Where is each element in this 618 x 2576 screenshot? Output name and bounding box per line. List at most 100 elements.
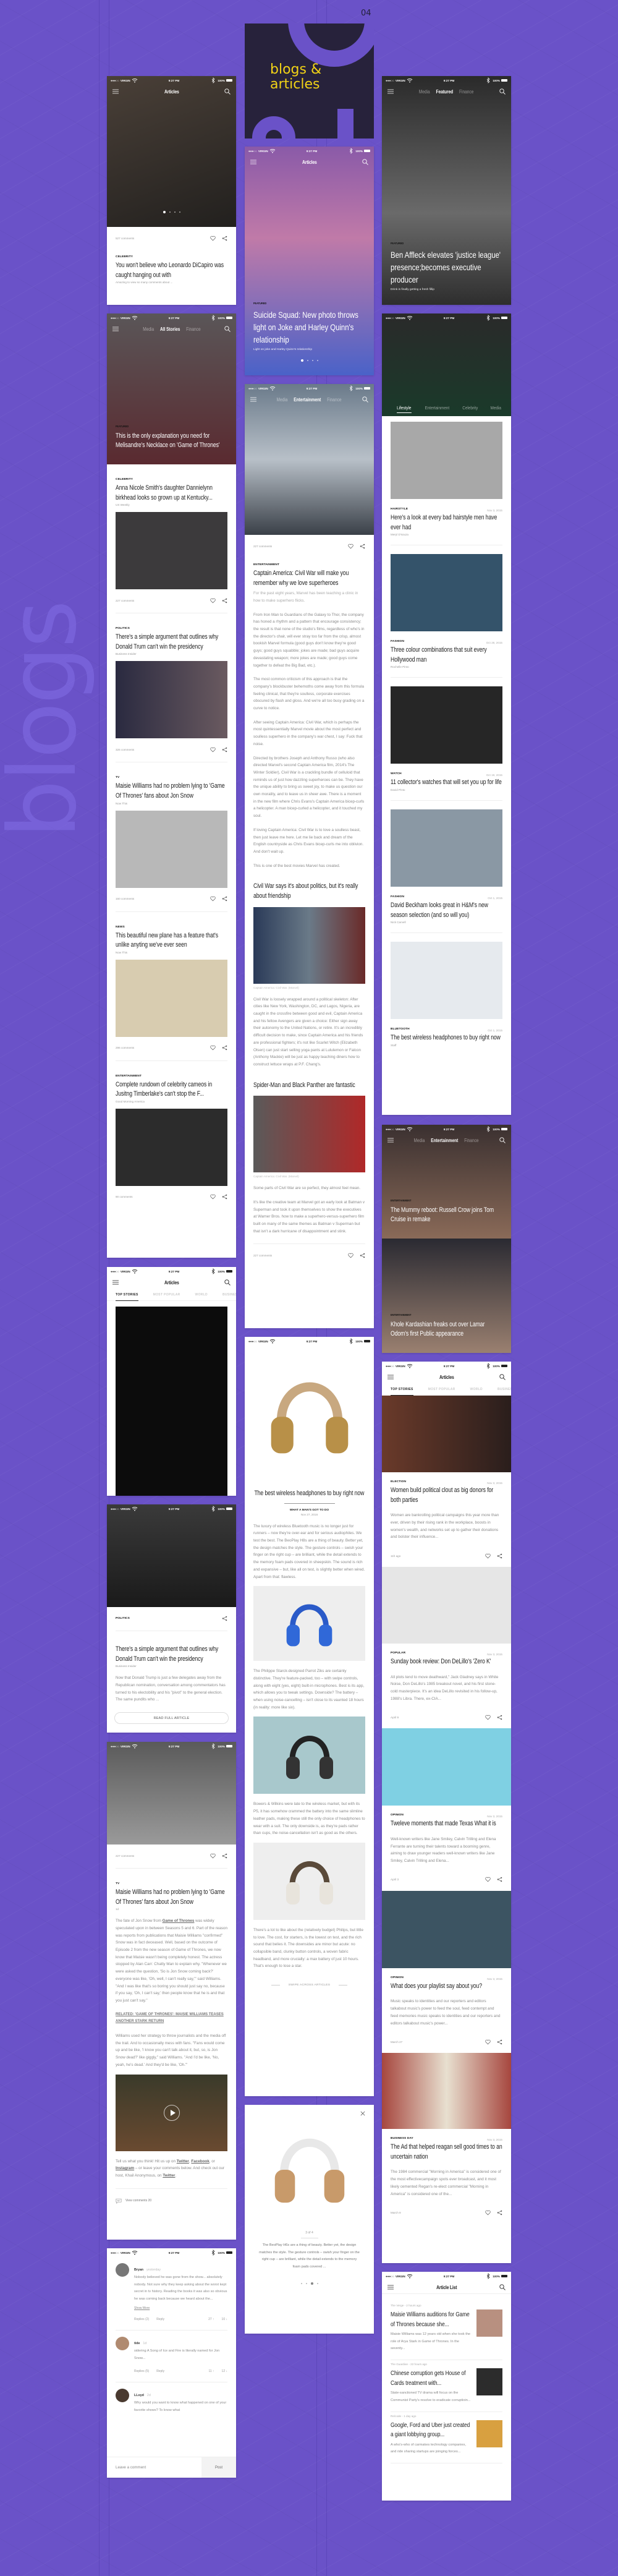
article-image[interactable] bbox=[253, 906, 365, 984]
hero-image[interactable]: FEATURED Suicide Squad: New photo throws … bbox=[245, 147, 374, 375]
article-list-item[interactable]: The Verge - 2 hours ago Maisie Williams a… bbox=[382, 2304, 511, 2361]
share-icon[interactable] bbox=[497, 2210, 502, 2216]
reply-link[interactable]: Reply bbox=[156, 2369, 164, 2373]
article-list-item[interactable]: The Guardian - 22 hours ago Chinese corru… bbox=[382, 2363, 511, 2412]
comment-input[interactable] bbox=[107, 2457, 201, 2478]
article-title[interactable]: David Beckham looks great in H&M's new s… bbox=[391, 901, 502, 920]
heart-icon[interactable] bbox=[210, 236, 216, 241]
article-title[interactable]: There's a simple argument that outlines … bbox=[116, 1645, 227, 1664]
article-image[interactable] bbox=[391, 942, 502, 1020]
show-more-link[interactable]: Show More bbox=[134, 2306, 227, 2310]
tab-entertainment[interactable]: Entertainment bbox=[294, 397, 321, 403]
article-image[interactable] bbox=[116, 1108, 227, 1186]
tab-lifestyle[interactable]: Lifestyle bbox=[397, 405, 412, 413]
menu-icon[interactable] bbox=[387, 2284, 394, 2290]
page-dot[interactable] bbox=[163, 211, 166, 213]
avatar[interactable] bbox=[116, 2336, 129, 2350]
downvote-button[interactable]: 12 ↓ bbox=[222, 2369, 227, 2373]
comment-input-field[interactable]: Leave a comment bbox=[107, 2457, 201, 2478]
inline-link[interactable]: Facebook bbox=[191, 2159, 209, 2164]
hero-headline[interactable]: The Mummy reboot: Russell Crow joins Tom… bbox=[391, 1206, 502, 1225]
tab-media[interactable]: Media bbox=[414, 1138, 425, 1143]
heart-icon[interactable] bbox=[485, 2039, 491, 2045]
tab-finance[interactable]: Finance bbox=[465, 1138, 479, 1143]
avatar[interactable] bbox=[116, 2263, 129, 2277]
page-dot[interactable] bbox=[310, 2282, 313, 2285]
share-icon[interactable] bbox=[497, 1715, 502, 1720]
post-comment-button[interactable]: Post bbox=[201, 2457, 236, 2478]
tab-most-popular[interactable]: MOST POPULAR bbox=[153, 1293, 180, 1297]
article-title[interactable]: Three colour combinations that suit ever… bbox=[391, 646, 502, 665]
share-icon[interactable] bbox=[222, 1045, 227, 1051]
tab-media[interactable]: Media bbox=[419, 89, 430, 95]
inline-link[interactable]: Game of Thrones bbox=[163, 1919, 195, 1923]
article-title[interactable]: The Ad that helped reagan sell good time… bbox=[391, 2143, 502, 2162]
page-dot[interactable] bbox=[300, 359, 303, 362]
search-icon[interactable] bbox=[224, 88, 231, 95]
tab-celebrity[interactable]: Celebrity bbox=[462, 405, 478, 413]
tab-entertainment[interactable]: Entertainment bbox=[431, 1138, 459, 1143]
share-icon[interactable] bbox=[222, 1194, 227, 1200]
article-title[interactable]: Women build political clout as big donor… bbox=[391, 1486, 502, 1505]
article-title[interactable]: The best wireless headphones to buy righ… bbox=[391, 1033, 502, 1043]
article-title[interactable]: The best wireless headphones to buy righ… bbox=[253, 1489, 365, 1499]
share-icon[interactable] bbox=[222, 1853, 227, 1859]
product-image[interactable] bbox=[253, 1842, 365, 1920]
hero-image[interactable]: FEATURED This is the only explanation you… bbox=[107, 313, 236, 464]
article-title[interactable]: Chinese corruption gets House of Cards t… bbox=[391, 2369, 472, 2388]
product-image[interactable] bbox=[253, 1351, 365, 1478]
search-icon[interactable] bbox=[224, 1279, 231, 1286]
article-title[interactable]: Google, Ford and Uber just created a gia… bbox=[391, 2421, 472, 2440]
hero-headline[interactable]: This is the only explanation you need fo… bbox=[116, 432, 227, 451]
article-image[interactable] bbox=[382, 1396, 511, 1472]
menu-icon[interactable] bbox=[112, 1279, 119, 1286]
search-icon[interactable] bbox=[499, 2284, 506, 2290]
search-icon[interactable] bbox=[499, 1137, 506, 1143]
hero-image[interactable] bbox=[107, 76, 236, 227]
page-dot[interactable] bbox=[316, 360, 318, 361]
page-dot[interactable] bbox=[311, 360, 313, 361]
article-image[interactable] bbox=[382, 1567, 511, 1644]
inline-link[interactable]: Instagram bbox=[116, 2166, 134, 2170]
page-dot[interactable] bbox=[300, 2283, 302, 2285]
view-comments-link[interactable]: View comments 20 bbox=[107, 2198, 236, 2204]
tab-business[interactable]: BUSINESS bbox=[222, 1293, 236, 1297]
hero-headline[interactable]: Suicide Squad: New photo throws light on… bbox=[253, 309, 365, 346]
article-thumbnail[interactable] bbox=[476, 2420, 502, 2447]
menu-icon[interactable] bbox=[387, 1374, 394, 1380]
article-title[interactable]: Maisie Williams auditions for Game of Th… bbox=[391, 2310, 472, 2329]
heart-icon[interactable] bbox=[210, 1853, 216, 1859]
page-dot[interactable] bbox=[179, 211, 180, 213]
replies-link[interactable]: Replies (5) bbox=[134, 2369, 149, 2373]
heart-icon[interactable] bbox=[485, 2210, 491, 2216]
tab-media[interactable]: Media bbox=[277, 397, 288, 403]
article-image[interactable] bbox=[116, 2074, 227, 2151]
article-title[interactable]: 11 collector's watches that will set you… bbox=[391, 778, 502, 788]
tab-entertainment[interactable]: Entertainment bbox=[425, 405, 449, 413]
hero-image[interactable] bbox=[245, 384, 374, 535]
share-icon[interactable] bbox=[222, 236, 227, 241]
heart-icon[interactable] bbox=[210, 896, 216, 902]
tab-business[interactable]: BUSINESS bbox=[497, 1388, 511, 1391]
article-title[interactable]: Anna Nicole Smith's daughter Dannielynn … bbox=[116, 484, 227, 503]
tab-most-popular[interactable]: MOST POPULAR bbox=[428, 1388, 455, 1391]
article-image[interactable] bbox=[116, 661, 227, 739]
upvote-button[interactable]: 11 ↑ bbox=[208, 2369, 214, 2373]
page-dot[interactable] bbox=[305, 2283, 307, 2285]
share-icon[interactable] bbox=[360, 1253, 365, 1258]
product-image[interactable] bbox=[253, 1586, 365, 1661]
upvote-button[interactable]: 27 ↑ bbox=[208, 2318, 214, 2321]
hero-image[interactable] bbox=[107, 1742, 236, 1845]
page-dot[interactable] bbox=[316, 2283, 318, 2285]
share-icon[interactable] bbox=[497, 1553, 502, 1559]
heart-icon[interactable] bbox=[210, 1045, 216, 1051]
product-image[interactable] bbox=[253, 2110, 365, 2225]
hero-image[interactable] bbox=[107, 1504, 236, 1607]
page-dot[interactable] bbox=[174, 211, 176, 213]
article-list-item[interactable]: Re/code - 1 day ago Google, Ford and Uber… bbox=[382, 2415, 511, 2463]
share-icon[interactable] bbox=[497, 2039, 502, 2045]
article-image[interactable] bbox=[382, 1728, 511, 1806]
replies-link[interactable]: Replies (2) bbox=[134, 2318, 149, 2321]
article-title[interactable]: This beautiful new plane has a feature t… bbox=[116, 931, 227, 950]
page-dot[interactable] bbox=[307, 360, 308, 361]
